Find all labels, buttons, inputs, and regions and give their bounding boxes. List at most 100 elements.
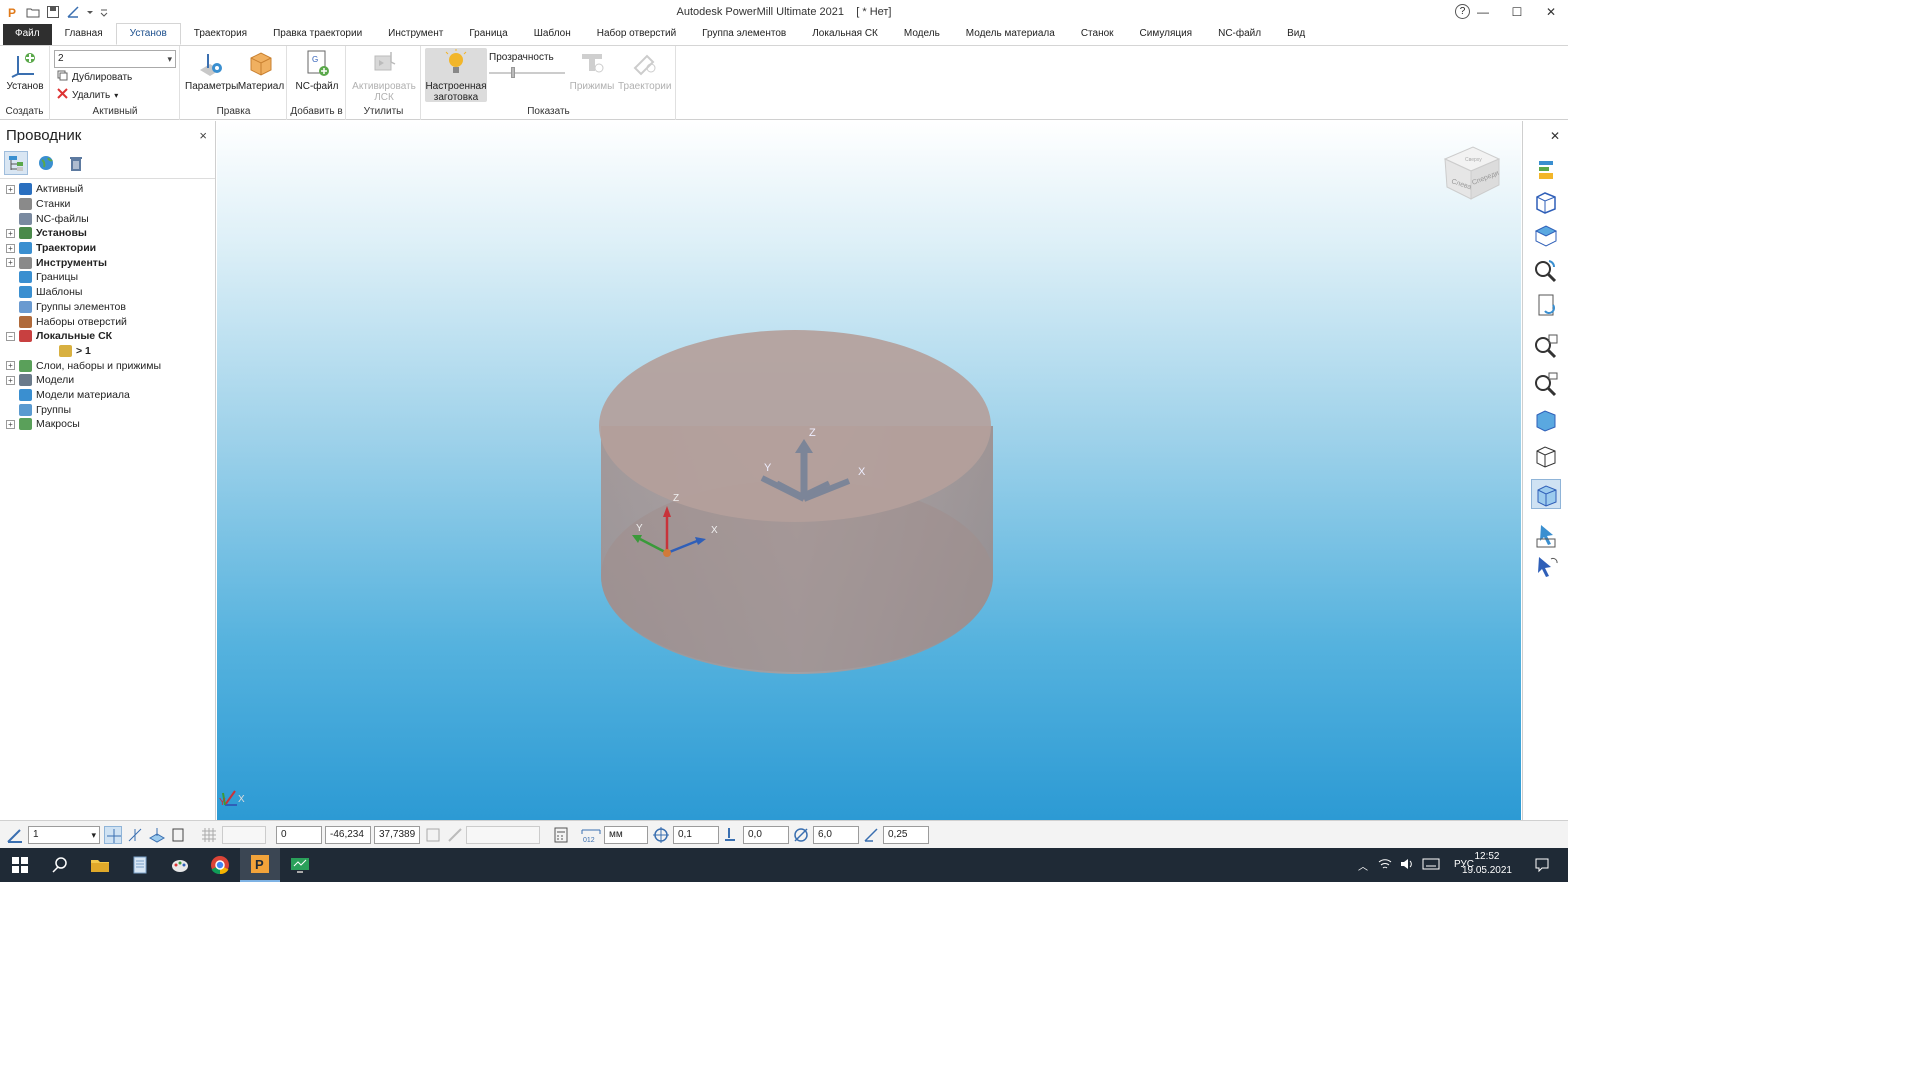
qat-dropdown-icon[interactable] — [86, 5, 94, 19]
coordinate-mode-icon[interactable] — [170, 826, 188, 844]
refresh-view-icon[interactable] — [1531, 255, 1561, 285]
close-button[interactable]: ✕ — [1534, 0, 1568, 24]
tree-node[interactable]: + Слои, наборы и прижимы — [6, 358, 161, 373]
coord-z-field[interactable]: 37,7389 — [374, 826, 420, 844]
monitor-app-icon[interactable] — [280, 848, 320, 882]
expand-icon[interactable]: + — [6, 184, 15, 194]
globe-icon[interactable] — [34, 151, 58, 175]
workplane-icon[interactable] — [66, 5, 80, 19]
tree-node[interactable]: Наборы отверстий — [6, 314, 161, 329]
clock[interactable]: 12:52 19.05.2021 — [1462, 851, 1512, 876]
notepad-icon[interactable] — [120, 848, 160, 882]
trash-icon[interactable] — [64, 151, 88, 175]
paint-icon[interactable] — [160, 848, 200, 882]
link-icon[interactable] — [446, 826, 464, 844]
graphics-viewport[interactable]: Z Y X Z Y X Слева Спереди Сверху Y X — [217, 121, 1521, 820]
stock-cylinder[interactable] — [599, 330, 993, 674]
wifi-icon[interactable] — [1378, 857, 1392, 874]
material-button[interactable]: Материал — [237, 48, 285, 92]
tolerance-field[interactable]: 0,1 — [673, 826, 719, 844]
expand-icon[interactable]: + — [6, 375, 15, 385]
tuned-stock-button[interactable]: Настроенная заготовка — [425, 48, 487, 103]
search-icon[interactable] — [40, 848, 80, 882]
tab-feature-group[interactable]: Группа элементов — [689, 24, 799, 45]
powermill-taskbar-icon[interactable]: P — [240, 848, 280, 882]
units-icon[interactable]: 012 — [580, 826, 602, 844]
activate-workplane-button[interactable]: Активировать ЛСК — [351, 48, 417, 103]
grid-field[interactable] — [222, 826, 266, 844]
view-toolbar-close-button[interactable]: ✕ — [1550, 129, 1560, 143]
shaded-view-icon[interactable] — [1531, 405, 1561, 435]
stock-transparency-icon[interactable] — [1531, 479, 1561, 509]
tab-setup[interactable]: Установ — [115, 23, 181, 45]
snap-mode-icon[interactable] — [104, 826, 122, 844]
tab-stock-model[interactable]: Модель материала — [953, 24, 1068, 45]
tree-node[interactable]: + Траектории — [6, 241, 161, 256]
iso-view-icon[interactable] — [1531, 187, 1561, 217]
tab-simulation[interactable]: Симуляция — [1127, 24, 1206, 45]
volume-icon[interactable] — [1400, 857, 1414, 874]
expand-icon[interactable]: + — [6, 243, 15, 253]
chrome-icon[interactable] — [200, 848, 240, 882]
tree-node[interactable]: + Модели — [6, 373, 161, 388]
layout-icon[interactable] — [1531, 155, 1561, 185]
tree-node[interactable]: NC-файлы — [6, 211, 161, 226]
blank-field[interactable] — [466, 826, 540, 844]
tree-node[interactable]: + Активный — [6, 182, 161, 197]
minimize-button[interactable]: — — [1466, 0, 1500, 24]
tree-node[interactable]: Станки — [6, 197, 161, 212]
tree-node[interactable]: + Установы — [6, 226, 161, 241]
coord-y-field[interactable]: -46,234 — [325, 826, 371, 844]
offset-field[interactable]: 0,0 — [743, 826, 789, 844]
duplicate-button[interactable]: Дублировать — [57, 70, 132, 84]
tab-view[interactable]: Вид — [1274, 24, 1318, 45]
tab-boundary[interactable]: Граница — [456, 24, 520, 45]
save-icon[interactable] — [46, 5, 60, 19]
tab-toolpath-edit[interactable]: Правка траектории — [260, 24, 375, 45]
tab-file[interactable]: Файл — [3, 24, 52, 45]
tab-tool[interactable]: Инструмент — [375, 24, 456, 45]
maximize-button[interactable]: ☐ — [1500, 0, 1534, 24]
tree-node[interactable]: Группы — [6, 402, 161, 417]
tree-node[interactable]: Модели материала — [6, 388, 161, 403]
tab-workplane[interactable]: Локальная СК — [799, 24, 891, 45]
top-view-icon[interactable] — [1531, 221, 1561, 251]
units-field[interactable]: мм — [604, 826, 648, 844]
redraw-icon[interactable] — [1531, 291, 1561, 321]
tray-overflow-icon[interactable]: ︿ — [1358, 858, 1368, 873]
snap-point-icon[interactable] — [126, 826, 144, 844]
active-setup-select[interactable]: 2 ▾ — [54, 50, 176, 68]
tree-view-icon[interactable] — [4, 151, 28, 175]
tree-node[interactable]: Границы — [6, 270, 161, 285]
tab-toolpath[interactable]: Траектория — [181, 24, 260, 45]
create-setup-button[interactable]: Установ — [4, 48, 46, 92]
explorer-close-button[interactable]: × — [199, 128, 207, 143]
tab-home[interactable]: Главная — [52, 24, 116, 45]
expand-icon[interactable]: + — [6, 419, 15, 429]
open-folder-icon[interactable] — [26, 5, 40, 19]
workplane-select[interactable]: 1 ▾ — [28, 826, 100, 844]
expand-icon[interactable]: + — [6, 258, 15, 268]
qat-customize-icon[interactable] — [100, 5, 108, 19]
keyboard-icon[interactable] — [1422, 857, 1440, 874]
expand-icon[interactable]: + — [6, 361, 15, 371]
transparency-slider[interactable] — [489, 67, 565, 78]
snap-plane-icon[interactable] — [148, 826, 166, 844]
zoom-box-icon[interactable] — [1531, 369, 1561, 399]
tab-model[interactable]: Модель — [891, 24, 953, 45]
toolpaths-button[interactable]: Траектории — [618, 48, 671, 92]
calculator-icon[interactable] — [552, 826, 570, 844]
expand-icon[interactable]: + — [6, 228, 15, 238]
tree-node[interactable]: Группы элементов — [6, 300, 161, 315]
wireframe-view-icon[interactable] — [1531, 441, 1561, 471]
grid-icon[interactable] — [200, 826, 218, 844]
angle-field[interactable]: 0,25 — [883, 826, 929, 844]
parameters-button[interactable]: Параметры — [185, 48, 238, 92]
add-to-ncfile-button[interactable]: G NC-файл — [292, 48, 342, 92]
tree-node[interactable]: Шаблоны — [6, 285, 161, 300]
notifications-icon[interactable] — [1534, 857, 1550, 876]
tab-pattern[interactable]: Шаблон — [521, 24, 584, 45]
tab-hole-set[interactable]: Набор отверстий — [584, 24, 689, 45]
start-button[interactable] — [0, 848, 40, 882]
tab-ncfile[interactable]: NC-файл — [1205, 24, 1274, 45]
